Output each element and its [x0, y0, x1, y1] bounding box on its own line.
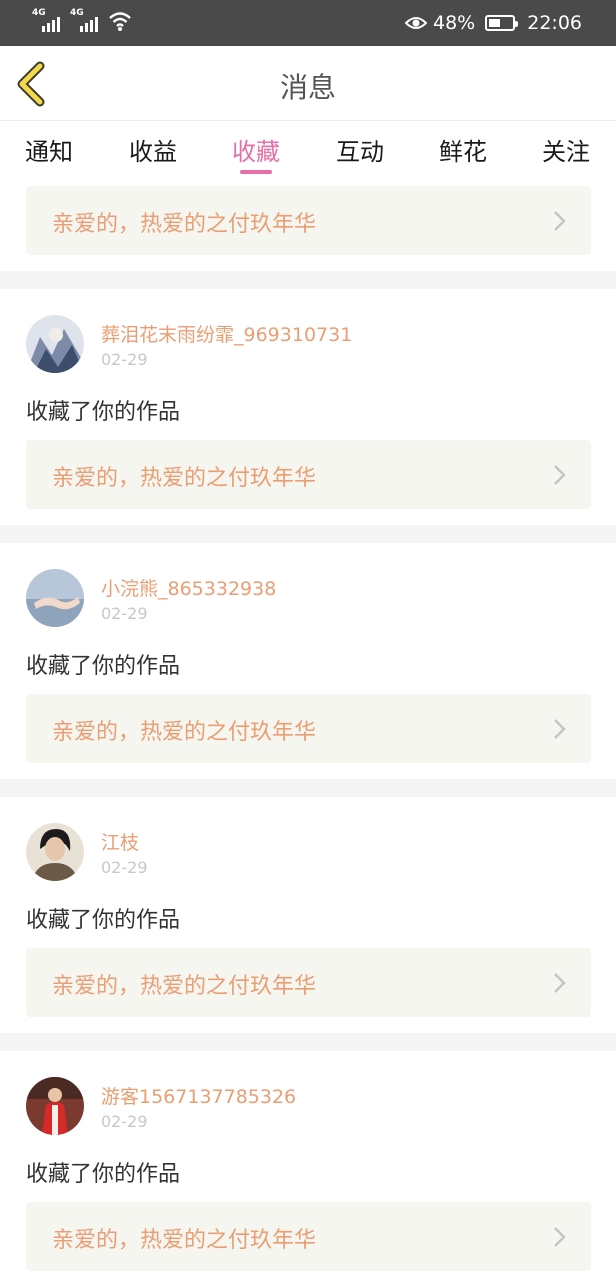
work-title: 亲爱的，热爱的之付玖年华 [52, 720, 317, 745]
chevron-right-icon [554, 719, 566, 739]
message-date: 02-29 [101, 1112, 148, 1131]
tab-notifications[interactable]: 通知 [19, 132, 79, 167]
tab-earnings[interactable]: 收益 [123, 132, 183, 167]
avatar[interactable] [26, 569, 84, 627]
tab-favorites[interactable]: 收藏 [226, 132, 286, 167]
username[interactable]: 江枝 [101, 828, 139, 855]
tab-flowers[interactable]: 鲜花 [433, 132, 493, 167]
work-title: 亲爱的，热爱的之付玖年华 [52, 974, 317, 999]
username[interactable]: 小浣熊_865332938 [101, 574, 276, 601]
message-date: 02-29 [101, 858, 148, 877]
clock: 22:06 [527, 12, 582, 34]
work-link[interactable]: 亲爱的，热爱的之付玖年华 [26, 1202, 591, 1271]
cellular-signal-icon: 4G [32, 8, 62, 32]
work-title: 亲爱的，热爱的之付玖年华 [52, 466, 317, 491]
section-divider [0, 1033, 616, 1051]
active-tab-indicator [240, 170, 272, 174]
avatar[interactable] [26, 1077, 84, 1135]
chevron-right-icon [554, 465, 566, 485]
work-link[interactable]: 亲爱的，热爱的之付玖年华 [26, 948, 591, 1017]
work-link[interactable]: 亲爱的，热爱的之付玖年华 [26, 440, 591, 509]
chevron-right-icon [554, 211, 566, 231]
message-action: 收藏了你的作品 [26, 654, 181, 679]
username[interactable]: 葬泪花末雨纷霏_969310731 [101, 320, 352, 347]
battery-percent: 48% [433, 12, 476, 34]
work-link[interactable]: 亲爱的，热爱的之付玖年华 [26, 186, 591, 255]
eye-comfort-icon [405, 17, 427, 29]
chevron-right-icon [554, 1227, 566, 1247]
battery-icon [485, 15, 519, 31]
section-divider [0, 525, 616, 543]
chevron-right-icon [554, 973, 566, 993]
username[interactable]: 游客1567137785326 [101, 1082, 296, 1109]
work-link[interactable]: 亲爱的，热爱的之付玖年华 [26, 694, 591, 763]
message-action: 收藏了你的作品 [26, 400, 181, 425]
work-title: 亲爱的，热爱的之付玖年华 [52, 212, 317, 237]
message-action: 收藏了你的作品 [26, 1162, 181, 1187]
section-divider [0, 779, 616, 797]
message-action: 收藏了你的作品 [26, 908, 181, 933]
app-header: 消息 [0, 46, 616, 121]
avatar[interactable] [26, 315, 84, 373]
avatar[interactable] [26, 823, 84, 881]
cellular-signal-icon: 4G [70, 8, 100, 32]
page-title: 消息 [279, 71, 336, 104]
message-date: 02-29 [101, 350, 148, 369]
tab-bar: 通知 收益 收藏 互动 鲜花 关注 [0, 122, 616, 180]
section-divider [0, 271, 616, 289]
tab-following[interactable]: 关注 [536, 132, 596, 167]
status-bar: 4G 4G 48% 22:06 [0, 0, 616, 46]
tab-interactions[interactable]: 互动 [330, 132, 390, 167]
wifi-icon [109, 12, 131, 31]
work-title: 亲爱的，热爱的之付玖年华 [52, 1228, 317, 1253]
message-date: 02-29 [101, 604, 148, 623]
